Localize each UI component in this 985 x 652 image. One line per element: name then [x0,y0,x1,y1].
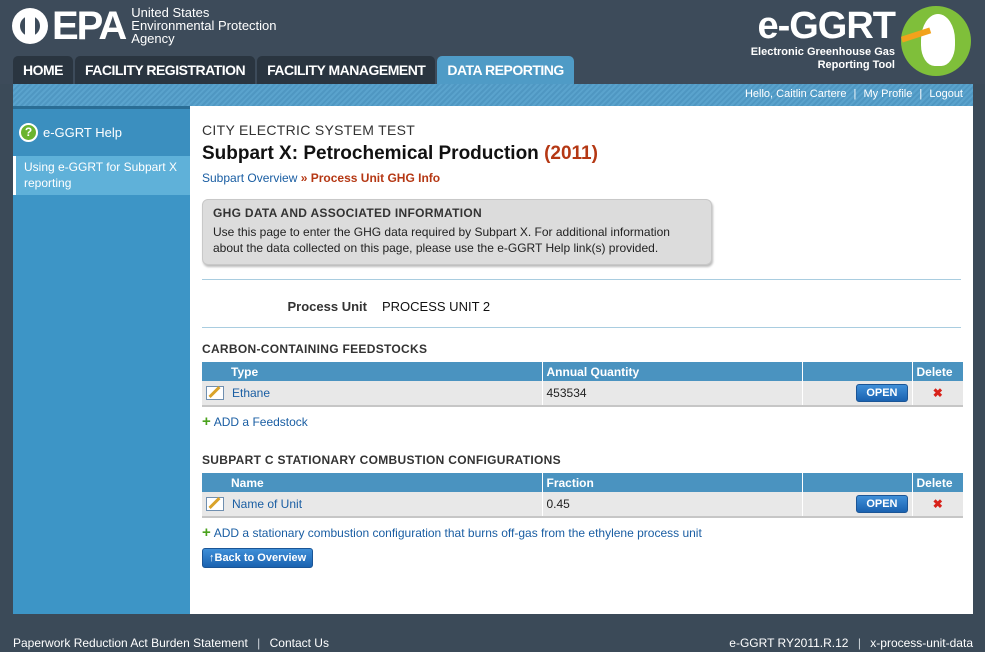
eggrt-logo: e-GGRT Electronic Greenhouse Gas Reporti… [751,6,971,76]
epa-wordmark: EPA [52,3,127,48]
egret-bird-icon [901,6,971,76]
process-unit-value: PROCESS UNIT 2 [382,299,491,314]
my-profile-link[interactable]: My Profile [863,88,912,100]
main-content: CITY ELECTRIC SYSTEM TEST Subpart X: Pet… [190,106,973,614]
eggrt-sub-line-2: Reporting Tool [817,59,895,71]
open-feedstock-button[interactable]: OPEN [856,384,908,402]
open-cell: OPEN [802,381,913,407]
divider [202,327,961,328]
col-type: Type [202,362,543,381]
combustion-section-title: SUBPART C STATIONARY COMBUSTION CONFIGUR… [202,453,561,467]
add-feedstock-link[interactable]: + ADD a Feedstock [202,413,961,430]
feedstocks-table: Type Annual Quantity Delete Ethane 45353… [202,362,963,407]
feedstock-quantity: 453534 [542,381,803,407]
process-unit-label: Process Unit [287,299,367,314]
table-row: Ethane 453534 OPEN ✖ [202,381,963,407]
breadcrumb-subpart-overview[interactable]: Subpart Overview [202,171,297,185]
feedstock-type-cell: Ethane [202,381,543,407]
help-header[interactable]: ? e-GGRT Help [13,106,190,156]
separator: | [257,636,261,650]
epa-agency-name: United States Environmental Protection A… [131,6,276,45]
main-nav: HOME FACILITY REGISTRATION FACILITY MANA… [13,56,576,84]
edit-icon[interactable] [206,497,224,511]
combustion-table: Name Fraction Delete Name of Unit 0.45 O… [202,473,963,518]
col-delete: Delete [912,473,963,492]
tab-facility-registration[interactable]: FACILITY REGISTRATION [75,56,256,84]
separator: | [853,88,857,100]
col-fraction: Fraction [542,473,803,492]
table-row: Name of Unit 0.45 OPEN ✖ [202,492,963,518]
contact-us-link[interactable]: Contact Us [270,636,329,650]
combustion-fraction: 0.45 [542,492,803,518]
delete-icon[interactable]: ✖ [912,381,963,407]
page-title: Subpart X: Petrochemical Production (201… [202,143,961,165]
combustion-name-cell: Name of Unit [202,492,543,518]
plus-icon: + [202,413,211,430]
process-unit-row: Process Unit PROCESS UNIT 2 [202,299,961,317]
page-title-text: Subpart X: Petrochemical Production [202,143,539,164]
add-feedstock-label: ADD a Feedstock [213,415,308,429]
delete-icon[interactable]: ✖ [912,492,963,518]
site-footer: Paperwork Reduction Act Burden Statement… [0,614,985,652]
info-text: Use this page to enter the GHG data requ… [213,225,670,255]
tab-data-reporting[interactable]: DATA REPORTING [437,56,574,84]
feedstock-name-link[interactable]: Ethane [232,386,270,400]
edit-icon[interactable] [206,386,224,400]
breadcrumb-current: Process Unit GHG Info [310,171,441,185]
feedstocks-section-title: CARBON-CONTAINING FEEDSTOCKS [202,342,428,356]
page-id: x-process-unit-data [870,636,973,650]
col-name: Name [202,473,543,492]
separator: | [857,636,861,650]
help-question-icon: ? [19,123,38,142]
table-header-row: Type Annual Quantity Delete [202,362,963,381]
reporting-year: (2011) [544,143,598,164]
footer-version: e-GGRT RY2011.R.12 | x-process-unit-data [729,636,973,650]
back-label: Back to Overview [214,552,307,564]
version-label: e-GGRT RY2011.R.12 [729,636,849,650]
combustion-name-link[interactable]: Name of Unit [232,497,302,511]
help-link-subpart-x[interactable]: Using e-GGRT for Subpart X reporting [13,156,190,195]
divider [202,279,961,280]
tab-home[interactable]: HOME [13,56,73,84]
col-delete: Delete [912,362,963,381]
user-greeting: Hello, Caitlin Cartere [744,88,847,100]
separator: | [919,88,923,100]
user-bar: Hello, Caitlin Cartere | My Profile | Lo… [13,84,973,106]
open-cell: OPEN [802,492,913,518]
col-annual-quantity: Annual Quantity [542,362,803,381]
info-heading: GHG DATA AND ASSOCIATED INFORMATION [213,206,482,220]
footer-links: Paperwork Reduction Act Burden Statement… [13,636,329,650]
col-open [802,473,913,492]
info-box: GHG DATA AND ASSOCIATED INFORMATION Use … [202,199,712,265]
site-header: EPA United States Environmental Protecti… [0,0,985,84]
eggrt-sub-line-1: Electronic Greenhouse Gas [750,46,895,58]
epa-seal-icon [12,7,48,44]
eggrt-wordmark: e-GGRT [757,5,896,47]
breadcrumb: Subpart Overview » Process Unit GHG Info [202,171,961,185]
breadcrumb-separator: » [300,171,308,185]
help-sidebar: ? e-GGRT Help Using e-GGRT for Subpart X… [13,106,190,614]
paperwork-link[interactable]: Paperwork Reduction Act Burden Statement [13,636,248,650]
back-to-overview-button[interactable]: ↑Back to Overview [202,548,314,568]
table-header-row: Name Fraction Delete [202,473,963,492]
epa-sub-line-3: Agency [131,31,175,46]
add-combustion-link[interactable]: + ADD a stationary combustion configurat… [202,524,961,541]
logout-link[interactable]: Logout [929,88,963,100]
help-label: e-GGRT Help [43,125,122,140]
col-open [802,362,913,381]
eggrt-text: e-GGRT Electronic Greenhouse Gas Reporti… [750,5,896,72]
tab-facility-management[interactable]: FACILITY MANAGEMENT [257,56,436,84]
add-combustion-label: ADD a stationary combustion configuratio… [213,526,702,540]
open-combustion-button[interactable]: OPEN [856,495,908,513]
plus-icon: + [202,524,211,541]
facility-name: CITY ELECTRIC SYSTEM TEST [202,122,416,138]
epa-logo[interactable]: EPA United States Environmental Protecti… [12,3,277,48]
